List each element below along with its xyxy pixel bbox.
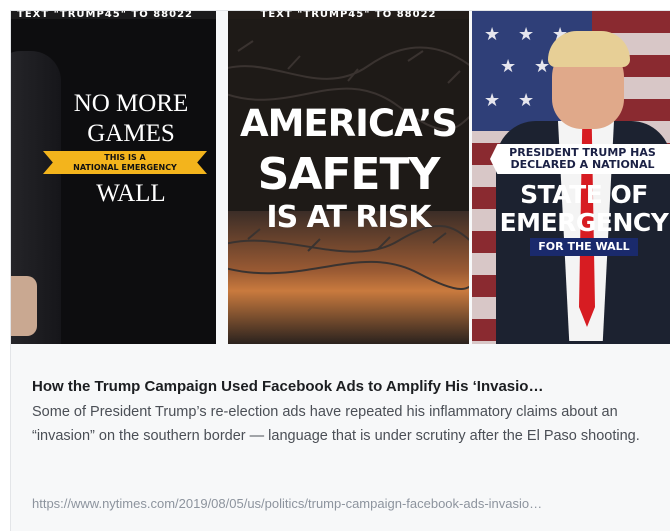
banner-line2: DECLARED A NATIONAL	[510, 158, 655, 171]
article-description: Some of President Trump’s re-election ad…	[32, 404, 640, 444]
hair-figure	[548, 31, 630, 67]
star-icon: ★	[518, 90, 535, 110]
hand-figure	[11, 276, 37, 336]
ad-headline-line1: NO MORE	[73, 90, 189, 117]
ad-panel-safety: TEXT "TRUMP45" TO 88022 AMERICA’S SAFETY…	[228, 11, 469, 344]
ad-headline-line2: SAFETY	[257, 149, 441, 200]
ribbon-line2: NATIONAL EMERGENCY	[73, 163, 177, 172]
ad-headline-line1: STATE OF	[520, 180, 648, 209]
ad-panel-emergency: ★ ★ ★ ★ ★ ★ ★ PRESIDENT TRUMP HAS DECLAR…	[472, 11, 670, 344]
star-icon: ★	[500, 56, 517, 76]
ad-panel-wall: TEXT "TRUMP45" TO 88022 NO MORE GAMES TH…	[11, 11, 216, 344]
declaration-banner: PRESIDENT TRUMP HAS DECLARED A NATIONAL	[490, 144, 670, 174]
ribbon-line1: THIS IS A	[104, 153, 146, 162]
ad-topbar-text: TEXT "TRUMP45" TO 88022	[11, 11, 216, 19]
link-preview-card[interactable]: TEXT "TRUMP45" TO 88022 NO MORE GAMES TH…	[10, 10, 670, 531]
emergency-ribbon: THIS IS A NATIONAL EMERGENCY	[43, 151, 207, 174]
ad-headline-line1: AMERICA’S	[239, 102, 458, 145]
ad-headline-line2: EMERGENCY	[499, 208, 669, 237]
article-title-link[interactable]: How the Trump Campaign Used Facebook Ads…	[32, 377, 662, 397]
preview-image[interactable]: TEXT "TRUMP45" TO 88022 NO MORE GAMES TH…	[11, 11, 670, 344]
star-icon: ★	[484, 24, 501, 44]
ad-headline-line3: WALL	[96, 180, 166, 207]
ad-headline-line3: IS AT RISK	[266, 200, 431, 235]
article-url-link[interactable]: https://www.nytimes.com/2019/08/05/us/po…	[32, 495, 662, 513]
star-icon: ★	[518, 24, 535, 44]
for-the-wall-banner: FOR THE WALL	[530, 238, 638, 256]
star-icon: ★	[484, 90, 501, 110]
ad-headline-line2: GAMES	[87, 120, 175, 147]
